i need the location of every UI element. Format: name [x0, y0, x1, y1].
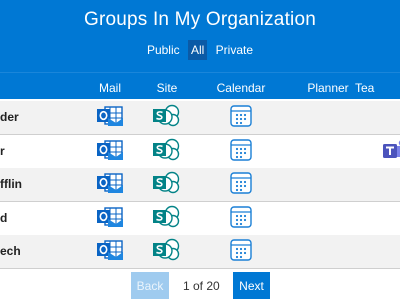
outlook-mail-icon[interactable] [96, 138, 124, 164]
calendar-icon[interactable] [227, 205, 255, 231]
calendar-icon[interactable] [227, 104, 255, 130]
sharepoint-site-icon[interactable] [152, 104, 180, 130]
outlook-mail-icon[interactable] [96, 205, 124, 231]
column-header-teams: Tea [355, 81, 375, 95]
sharepoint-site-icon[interactable] [152, 171, 180, 197]
column-header-calendar: Calendar [216, 81, 266, 95]
table-row: fflin [0, 168, 400, 202]
table-row: der [0, 101, 400, 135]
sharepoint-site-icon[interactable] [152, 138, 180, 164]
calendar-icon[interactable] [227, 171, 255, 197]
teams-icon[interactable] [382, 138, 400, 164]
column-header-site: Site [156, 81, 178, 95]
filter-public[interactable]: Public [144, 40, 183, 60]
visibility-filter: Public All Private [0, 40, 400, 60]
sharepoint-site-icon[interactable] [152, 205, 180, 231]
page-header: Groups In My Organization Public All Pri… [0, 0, 400, 72]
calendar-icon[interactable] [227, 138, 255, 164]
back-button[interactable]: Back [131, 272, 169, 299]
filter-private[interactable]: Private [213, 40, 256, 60]
table-row: ech [0, 235, 400, 269]
table-row: d [0, 201, 400, 236]
next-button[interactable]: Next [233, 272, 270, 299]
group-name[interactable]: r [0, 144, 5, 158]
calendar-icon[interactable] [227, 238, 255, 264]
filter-all[interactable]: All [187, 40, 208, 60]
outlook-mail-icon[interactable] [96, 238, 124, 264]
page-indicator: 1 of 20 [183, 279, 220, 293]
outlook-mail-icon[interactable] [96, 104, 124, 130]
table-header: Mail Site Calendar Planner Tea [0, 72, 400, 99]
group-name[interactable]: der [0, 110, 19, 124]
page-title: Groups In My Organization [83, 9, 317, 30]
group-name[interactable]: d [0, 211, 7, 225]
sharepoint-site-icon[interactable] [152, 238, 180, 264]
table-row: r [0, 134, 400, 169]
pagination: Back 1 of 20 Next [0, 270, 400, 300]
outlook-mail-icon[interactable] [96, 171, 124, 197]
group-name[interactable]: ech [0, 244, 21, 258]
group-name[interactable]: fflin [0, 177, 22, 191]
